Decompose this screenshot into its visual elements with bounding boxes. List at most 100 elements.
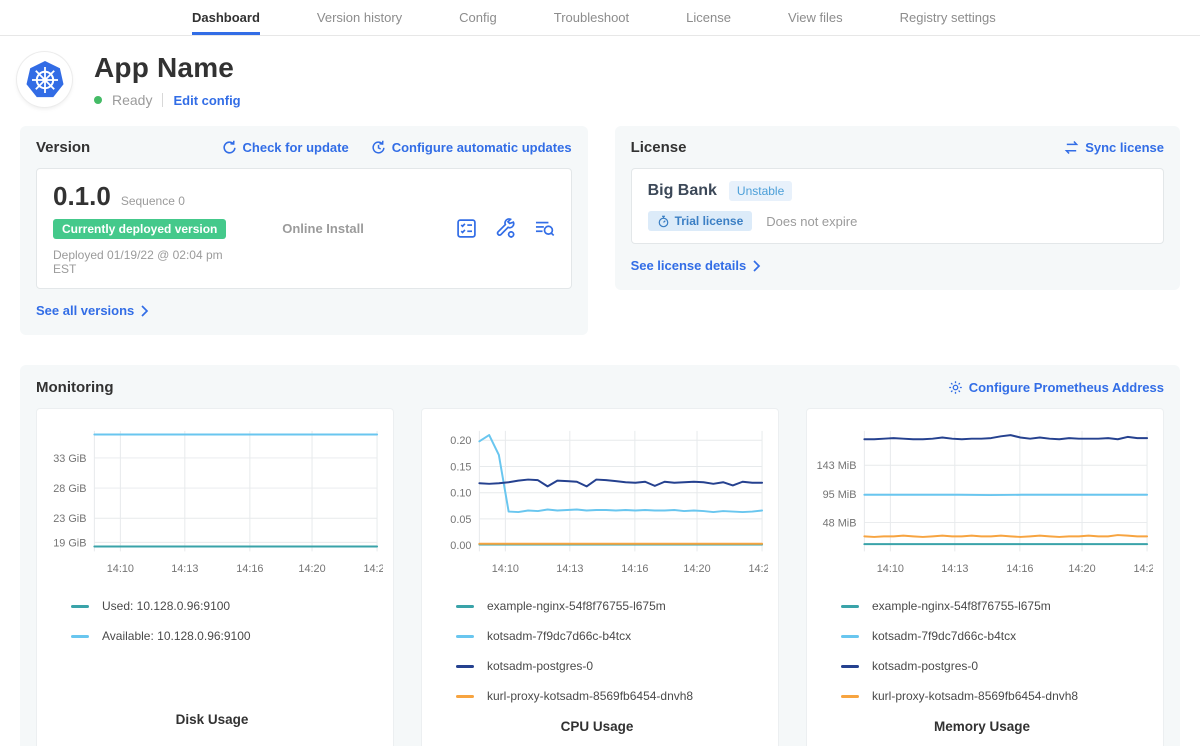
license-card-title: License	[631, 139, 687, 156]
svg-text:28 GiB: 28 GiB	[53, 483, 86, 495]
version-number: 0.1.0	[53, 181, 111, 212]
legend-label: kotsadm-postgres-0	[872, 659, 978, 673]
cpu-usage-legend: example-nginx-54f8f76755-l675m kotsadm-7f…	[456, 599, 768, 719]
svg-text:14:13: 14:13	[941, 563, 968, 575]
version-card-title: Version	[36, 139, 90, 156]
legend-swatch	[841, 605, 859, 608]
view-deploy-logs-icon[interactable]	[534, 218, 555, 239]
legend-label: kotsadm-postgres-0	[487, 659, 593, 673]
trial-license-badge: Trial license	[648, 211, 753, 231]
configure-automatic-updates-link[interactable]: Configure automatic updates	[371, 140, 572, 155]
configure-prometheus-link[interactable]: Configure Prometheus Address	[948, 380, 1164, 395]
cpu-usage-chart-title: CPU Usage	[426, 719, 768, 740]
svg-text:14:16: 14:16	[1006, 563, 1033, 575]
svg-text:14:20: 14:20	[298, 563, 325, 575]
disk-usage-chart-title: Disk Usage	[41, 712, 383, 733]
license-assignee-name: Big Bank	[648, 182, 717, 200]
preflight-checks-icon[interactable]	[456, 218, 477, 239]
legend-swatch	[841, 665, 859, 668]
legend-item: kotsadm-7f9dc7d66c-b4tcx	[456, 629, 768, 643]
legend-label: example-nginx-54f8f76755-l675m	[487, 599, 666, 613]
legend-label: kurl-proxy-kotsadm-8569fb6454-dnvh8	[487, 689, 693, 703]
cpu-usage-chart: 0.000.050.100.150.2014:1014:1314:1614:20…	[426, 421, 768, 581]
edit-config-wrench-icon[interactable]	[495, 218, 516, 239]
legend-item: kurl-proxy-kotsadm-8569fb6454-dnvh8	[456, 689, 768, 703]
svg-text:14:23: 14:23	[748, 563, 768, 575]
chevron-right-icon	[140, 305, 149, 317]
top-nav: Dashboard Version history Config Trouble…	[0, 0, 1200, 36]
svg-text:33 GiB: 33 GiB	[53, 453, 86, 465]
schedule-clock-icon	[371, 140, 386, 155]
app-header: App Name Ready Edit config	[0, 36, 1200, 122]
memory-usage-chart: 48 MiB95 MiB143 MiB14:1014:1314:1614:201…	[811, 421, 1153, 581]
svg-text:14:20: 14:20	[683, 563, 710, 575]
svg-text:0.05: 0.05	[450, 514, 471, 526]
status-text: Ready	[112, 92, 152, 108]
legend-swatch	[71, 605, 89, 608]
kubernetes-logo-icon	[17, 52, 72, 107]
svg-text:14:23: 14:23	[1133, 563, 1153, 575]
monitoring-section: Monitoring Configure Prometheus Address …	[20, 365, 1180, 746]
legend-item: kotsadm-postgres-0	[456, 659, 768, 673]
svg-text:14:10: 14:10	[107, 563, 134, 575]
legend-item: Available: 10.128.0.96:9100	[71, 629, 383, 643]
see-all-versions-link[interactable]: See all versions	[36, 303, 149, 318]
memory-usage-chart-title: Memory Usage	[811, 719, 1153, 740]
sequence-label: Sequence 0	[121, 194, 185, 208]
svg-text:143 MiB: 143 MiB	[817, 460, 857, 472]
legend-item: Used: 10.128.0.96:9100	[71, 599, 383, 613]
legend-swatch	[841, 695, 859, 698]
svg-text:14:13: 14:13	[556, 563, 583, 575]
disk-usage-chart: 19 GiB23 GiB28 GiB33 GiB14:1014:1314:161…	[41, 421, 383, 581]
edit-config-link[interactable]: Edit config	[173, 93, 240, 108]
memory-usage-legend: example-nginx-54f8f76755-l675m kotsadm-7f…	[841, 599, 1153, 719]
svg-text:0.15: 0.15	[450, 461, 471, 473]
tab-troubleshoot[interactable]: Troubleshoot	[554, 0, 629, 35]
legend-swatch	[71, 635, 89, 638]
channel-badge: Unstable	[729, 181, 792, 201]
see-license-details-link[interactable]: See license details	[631, 258, 762, 273]
stopwatch-icon	[657, 215, 670, 228]
tab-license[interactable]: License	[686, 0, 731, 35]
legend-item: example-nginx-54f8f76755-l675m	[456, 599, 768, 613]
deployed-version-badge: Currently deployed version	[53, 219, 226, 239]
gear-icon	[948, 380, 963, 395]
svg-text:14:13: 14:13	[171, 563, 198, 575]
tab-config[interactable]: Config	[459, 0, 497, 35]
tab-view-files[interactable]: View files	[788, 0, 843, 35]
install-type-label: Online Install	[246, 221, 400, 236]
sync-arrows-icon	[1064, 140, 1079, 155]
tab-dashboard[interactable]: Dashboard	[192, 0, 260, 35]
tab-registry-settings[interactable]: Registry settings	[900, 0, 996, 35]
license-details-box: Big Bank Unstable Trial license Does not…	[631, 168, 1164, 244]
cpu-usage-chart-card: 0.000.050.100.150.2014:1014:1314:1614:20…	[421, 408, 779, 746]
legend-item: example-nginx-54f8f76755-l675m	[841, 599, 1153, 613]
svg-text:14:10: 14:10	[877, 563, 904, 575]
legend-label: Available: 10.128.0.96:9100	[102, 629, 251, 643]
tab-version-history[interactable]: Version history	[317, 0, 402, 35]
svg-text:48 MiB: 48 MiB	[823, 517, 857, 529]
svg-text:14:23: 14:23	[363, 563, 383, 575]
disk-usage-legend: Used: 10.128.0.96:9100 Available: 10.128.…	[71, 599, 383, 659]
legend-item: kotsadm-postgres-0	[841, 659, 1153, 673]
legend-label: kotsadm-7f9dc7d66c-b4tcx	[487, 629, 631, 643]
legend-item: kotsadm-7f9dc7d66c-b4tcx	[841, 629, 1153, 643]
page-title: App Name	[94, 52, 241, 84]
sync-license-link[interactable]: Sync license	[1064, 140, 1164, 155]
svg-text:14:16: 14:16	[621, 563, 648, 575]
status-dot	[94, 96, 102, 104]
svg-text:0.20: 0.20	[450, 435, 471, 447]
deployed-timestamp: Deployed 01/19/22 @ 02:04 pm EST	[53, 248, 246, 276]
legend-swatch	[456, 605, 474, 608]
svg-text:23 GiB: 23 GiB	[53, 513, 86, 525]
svg-text:95 MiB: 95 MiB	[823, 489, 857, 501]
legend-swatch	[841, 635, 859, 638]
legend-label: Used: 10.128.0.96:9100	[102, 599, 230, 613]
divider	[162, 93, 163, 107]
legend-item: kurl-proxy-kotsadm-8569fb6454-dnvh8	[841, 689, 1153, 703]
legend-label: kurl-proxy-kotsadm-8569fb6454-dnvh8	[872, 689, 1078, 703]
svg-text:0.10: 0.10	[450, 488, 471, 500]
license-card: License Sync license Big Bank Unstable	[615, 126, 1180, 290]
check-for-update-link[interactable]: Check for update	[222, 140, 349, 155]
legend-swatch	[456, 665, 474, 668]
